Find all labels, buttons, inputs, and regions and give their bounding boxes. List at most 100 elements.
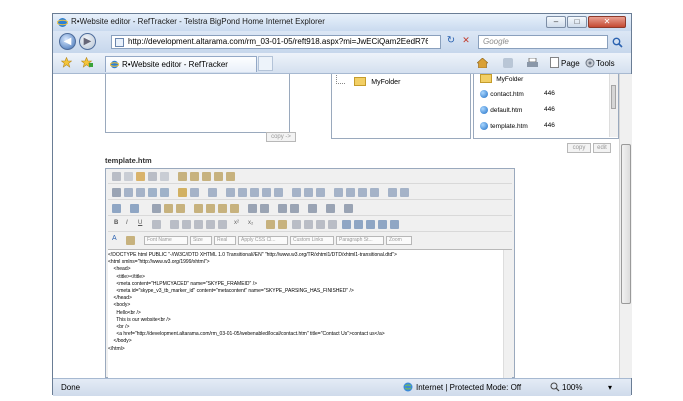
html-source-area[interactable]: <!DOCTYPE html PUBLIC "-//W3C//DTD XHTML… [108,249,512,378]
tools-gear-icon[interactable] [585,58,595,68]
toolbar-icon[interactable] [370,188,379,197]
edit-button[interactable]: edit [593,143,611,153]
file-list-scrollbar[interactable] [609,74,618,137]
toolbar-icon[interactable] [178,188,187,197]
toolbar-icon[interactable] [214,172,223,181]
highlight-icon[interactable] [126,236,135,245]
toolbar-icon[interactable] [160,172,169,181]
toolbar-icon[interactable] [190,172,199,181]
italic-icon[interactable]: I [126,220,128,226]
toolbar-icon[interactable] [226,172,235,181]
copy-button[interactable]: copy [567,143,591,153]
security-zone[interactable]: Internet | Protected Mode: Off [416,383,521,392]
copy-icon[interactable] [164,204,173,213]
zoom-dropdown-icon[interactable]: ▾ [608,383,612,392]
toolbar-icon[interactable] [226,188,235,197]
justify-icon[interactable] [206,220,215,229]
toolbar-icon[interactable] [248,204,257,213]
toolbar-icon[interactable] [262,188,271,197]
toolbar-icon[interactable] [124,172,133,181]
toolbar-icon[interactable] [218,220,227,229]
font-color-icon[interactable]: A [112,235,117,242]
indent-icon[interactable] [292,220,301,229]
print-icon[interactable] [527,58,538,68]
toolbar-icon[interactable] [390,220,399,229]
css-class-select[interactable]: Apply CSS Cl... [238,236,288,245]
toolbar-icon[interactable] [278,204,287,213]
file-row[interactable]: default.htm [480,105,522,114]
home-icon[interactable] [477,58,488,68]
font-size-select[interactable]: Size [190,236,212,245]
zoom-level[interactable]: 100% [562,383,582,392]
toolbar-icon[interactable] [194,204,203,213]
toolbar-icon[interactable] [274,188,283,197]
back-button[interactable]: ◀ [59,33,76,50]
tools-menu[interactable]: Tools [596,59,615,68]
url-field[interactable]: http://development.altarama.com/rm_03-01… [111,35,441,49]
search-input[interactable]: Google [478,35,608,49]
real-select[interactable]: Real [214,236,236,245]
list-icon[interactable] [316,220,325,229]
toolbar-icon[interactable] [400,188,409,197]
paste-icon[interactable] [176,204,185,213]
stop-button[interactable]: ✕ [460,35,472,49]
align-center-icon[interactable] [182,220,191,229]
toolbar-icon[interactable] [112,172,121,181]
toolbar-icon[interactable] [206,204,215,213]
cut-icon[interactable] [152,204,161,213]
toolbar-icon[interactable] [152,220,161,229]
paragraph-style-select[interactable]: Paragraph St... [336,236,384,245]
copy-arrow-button[interactable]: copy -> [266,132,296,142]
subscript-icon[interactable]: x₂ [248,220,253,226]
toolbar-icon[interactable] [358,188,367,197]
toolbar-icon[interactable] [378,220,387,229]
align-left-icon[interactable] [170,220,179,229]
toolbar-icon[interactable] [178,172,187,181]
toolbar-icon[interactable] [266,220,275,229]
toolbar-icon[interactable] [290,204,299,213]
toolbar-icon[interactable] [344,204,353,213]
search-icon[interactable] [612,37,623,48]
toolbar-icon[interactable] [230,204,239,213]
page-menu[interactable]: Page [561,59,580,68]
toolbar-icon[interactable] [124,188,133,197]
toolbar-icon[interactable] [190,188,199,197]
custom-links-select[interactable]: Custom Links [290,236,334,245]
toolbar-icon[interactable] [316,188,325,197]
refresh-button[interactable]: ↻ [445,35,457,49]
toolbar-icon[interactable] [136,188,145,197]
toolbar-icon[interactable] [136,172,145,181]
source-scrollbar[interactable] [503,250,512,378]
toolbar-icon[interactable] [326,204,335,213]
superscript-icon[interactable]: x² [234,220,239,226]
toolbar-icon[interactable] [238,188,247,197]
favorites-star-icon[interactable] [61,57,72,68]
file-row[interactable]: contact.htm [480,89,524,98]
tree-folder-item[interactable]: MyFolder [354,77,400,87]
outdent-icon[interactable] [304,220,313,229]
toolbar-icon[interactable] [250,188,259,197]
toolbar-icon[interactable] [160,188,169,197]
toolbar-icon[interactable] [366,220,375,229]
forward-button[interactable]: ▶ [79,33,96,50]
toolbar-icon[interactable] [304,188,313,197]
page-scroll-thumb[interactable] [621,144,631,304]
toolbar-icon[interactable] [202,172,211,181]
font-name-select[interactable]: Font Name [144,236,188,245]
new-tab-button[interactable] [258,56,273,71]
close-button[interactable]: ✕ [588,16,626,28]
file-list-scroll-thumb[interactable] [611,85,616,109]
file-row[interactable]: template.htm [480,121,528,130]
page-scrollbar[interactable] [619,74,632,378]
toolbar-icon[interactable] [334,188,343,197]
toolbar-icon[interactable] [112,188,121,197]
redo-icon[interactable] [130,204,139,213]
toolbar-icon[interactable] [346,188,355,197]
toolbar-icon[interactable] [354,220,363,229]
toolbar-icon[interactable] [388,188,397,197]
toolbar-icon[interactable] [278,220,287,229]
undo-icon[interactable] [112,204,121,213]
page-icon[interactable] [550,57,559,68]
toolbar-icon[interactable] [148,172,157,181]
bold-icon[interactable]: B [114,220,118,226]
